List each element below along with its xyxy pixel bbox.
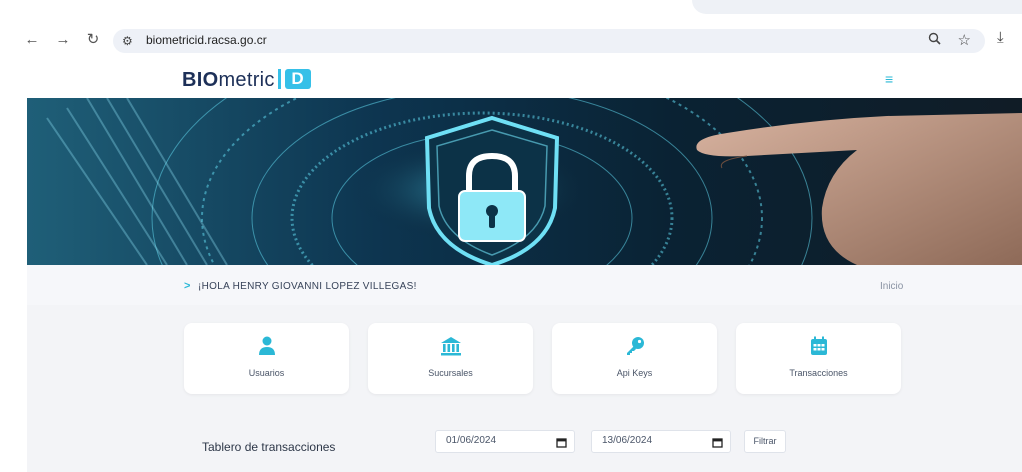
greeting-text: ¡HOLA HENRY GIOVANNI LOPEZ VILLEGAS! <box>198 281 417 292</box>
brand-light: metric <box>218 69 275 91</box>
chevron-right-icon: > <box>184 280 191 292</box>
card-transacciones[interactable]: Transacciones <box>736 323 901 394</box>
back-icon[interactable]: ← <box>21 29 43 51</box>
window-corner <box>692 0 1022 14</box>
filter-button[interactable]: Filtrar <box>744 430 786 453</box>
hamburger-menu-icon[interactable]: ≡ <box>885 71 893 87</box>
brand-badge: D <box>284 69 311 89</box>
date-to-value: 13/06/2024 <box>602 435 653 446</box>
greeting-bar: > ¡HOLA HENRY GIOVANNI LOPEZ VILLEGAS! I… <box>27 265 1022 305</box>
bank-icon <box>368 336 533 356</box>
page: BIOmetric D ≡ > ¡HOLA HENRY GIOVANNI LOP… <box>27 62 1022 472</box>
card-label: Sucursales <box>428 368 473 378</box>
card-label: Usuarios <box>248 368 285 378</box>
card-label: Transacciones <box>789 368 848 378</box>
zoom-icon[interactable] <box>928 32 941 48</box>
breadcrumb-inicio[interactable]: Inicio <box>880 281 903 292</box>
card-api-keys[interactable]: Api Keys <box>552 323 717 394</box>
calendar-picker-icon[interactable] <box>712 435 723 453</box>
address-bar[interactable]: ⚙ biometricid.racsa.go.cr ☆ <box>113 29 985 53</box>
brand-logo[interactable]: BIOmetric D <box>182 69 311 92</box>
browser-chrome: ← → ↻ ⚙ biometricid.racsa.go.cr ☆ ⤓ <box>0 0 1022 62</box>
date-from-input[interactable]: 01/06/2024 <box>435 430 575 453</box>
brand-bold: BIO <box>182 69 219 91</box>
dashboard-title: Tablero de transacciones <box>202 440 336 454</box>
calendar-picker-icon[interactable] <box>556 435 567 453</box>
date-from-value: 01/06/2024 <box>446 435 497 446</box>
hero-banner <box>27 98 1022 265</box>
card-sucursales[interactable]: Sucursales <box>368 323 533 394</box>
user-icon <box>184 336 349 356</box>
calendar-icon <box>736 336 901 356</box>
reload-icon[interactable]: ↻ <box>82 29 104 51</box>
card-usuarios[interactable]: Usuarios <box>184 323 349 394</box>
card-label: Api Keys <box>616 368 653 378</box>
brand-divider <box>277 69 281 89</box>
download-icon[interactable]: ⤓ <box>997 29 1004 46</box>
site-settings-icon[interactable]: ⚙ <box>122 34 133 48</box>
date-to-input[interactable]: 13/06/2024 <box>591 430 731 453</box>
star-icon[interactable]: ☆ <box>958 31 971 49</box>
site-navbar: BIOmetric D ≡ <box>27 62 1022 98</box>
url-text: biometricid.racsa.go.cr <box>146 33 267 47</box>
forward-icon[interactable]: → <box>52 29 74 51</box>
key-icon <box>552 336 717 356</box>
